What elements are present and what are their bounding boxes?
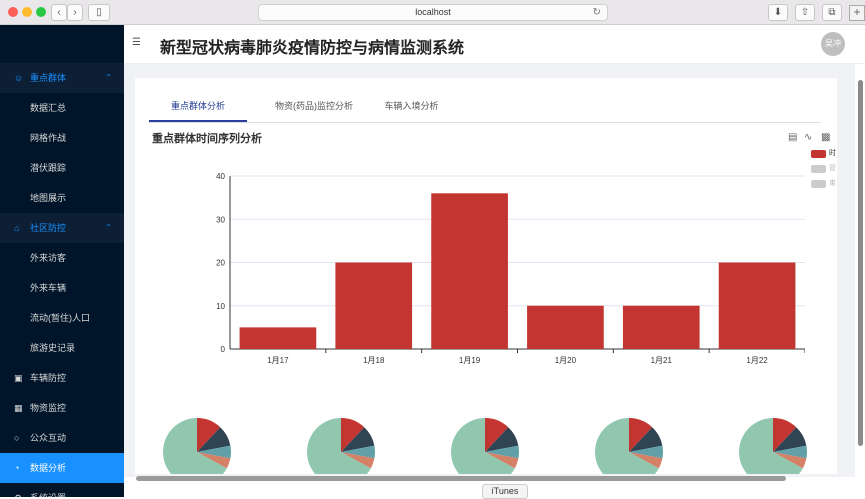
analysis-card: 重点群体分析 物资(药品)监控分析 车辆入境分析 重点群体时间序列分析 ▤ ∿ … bbox=[135, 78, 837, 474]
x-tick-label: 1月19 bbox=[459, 356, 481, 365]
legend-swatch bbox=[811, 150, 826, 158]
data-view-icon[interactable]: ▤ bbox=[788, 132, 797, 143]
line-chart-icon[interactable]: ∿ bbox=[804, 132, 812, 143]
sidebar-item-public-interaction[interactable]: ○ 公众互动 bbox=[0, 423, 124, 453]
page-title: 新型冠状病毒肺炎疫情防控与病情监测系统 bbox=[160, 40, 465, 57]
reload-icon[interactable]: ↻ bbox=[593, 5, 601, 20]
legend-item[interactable]: 时 bbox=[811, 148, 841, 163]
chevron-down-icon: ⌄ bbox=[105, 483, 112, 497]
bar bbox=[718, 262, 796, 349]
menu-fold-icon[interactable]: ☰ bbox=[132, 37, 141, 48]
pie-chart-row bbox=[163, 418, 808, 474]
home-icon: ⌂ bbox=[14, 223, 20, 233]
x-tick-label: 1月17 bbox=[267, 356, 289, 365]
main-content: 重点群体分析 物资(药品)监控分析 车辆入境分析 重点群体时间序列分析 ▤ ∿ … bbox=[124, 64, 855, 477]
share-icon[interactable]: ⇧ bbox=[795, 4, 815, 21]
sidebar-group-label: 重点群体 bbox=[30, 73, 67, 83]
x-tick-label: 1月22 bbox=[746, 356, 768, 365]
chart-title: 重点群体时间序列分析 bbox=[152, 133, 262, 145]
x-tick-label: 1月21 bbox=[651, 356, 673, 365]
sidebar-item-vehicle-control[interactable]: ▣ 车辆防控 bbox=[0, 363, 124, 393]
bar bbox=[335, 262, 413, 349]
sidebar-item-map-display[interactable]: 地图展示 bbox=[0, 183, 124, 213]
tab-vehicle-entry[interactable]: 车辆入境分析 bbox=[374, 92, 449, 120]
bar bbox=[431, 193, 508, 349]
car-icon: ▣ bbox=[14, 373, 23, 383]
minimize-window-button[interactable] bbox=[22, 7, 32, 17]
x-tick-label: 1月20 bbox=[555, 356, 577, 365]
legend-swatch bbox=[811, 180, 826, 188]
bar-chart: 0 10 20 30 40 1月17 1月18 1月19 1月20 1月21 1月22 bbox=[216, 172, 805, 365]
sidebar-group-label: 社区防控 bbox=[30, 223, 67, 233]
y-tick-label: 40 bbox=[216, 172, 225, 181]
sidebar-group-key-groups[interactable]: ☺ 重点群体 ⌃ bbox=[0, 63, 124, 93]
y-tick-label: 0 bbox=[221, 345, 226, 354]
y-tick-label: 20 bbox=[216, 259, 225, 268]
sidebar-item-floating-population[interactable]: 流动(暂住)人口 bbox=[0, 303, 124, 333]
url-text: localhost bbox=[415, 7, 451, 17]
y-tick-label: 30 bbox=[216, 215, 225, 224]
sidebar-group-community[interactable]: ⌂ 社区防控 ⌃ bbox=[0, 213, 124, 243]
tab-supplies[interactable]: 物资(药品)监控分析 bbox=[259, 92, 369, 120]
bar bbox=[239, 327, 317, 349]
sidebar-item-vehicles[interactable]: 外来车辆 bbox=[0, 273, 124, 303]
sidebar-item-travel-history[interactable]: 旅游史记录 bbox=[0, 333, 124, 363]
legend-item[interactable]: 管 bbox=[811, 163, 841, 178]
x-tick-label: 1月18 bbox=[363, 356, 385, 365]
app-header: ☰ 新型冠状病毒肺炎疫情防控与病情监测系统 吴冲 bbox=[124, 25, 865, 64]
sidebar-item-latent-tracking[interactable]: 潜伏跟踪 bbox=[0, 153, 124, 183]
sidebar-item-data-summary[interactable]: 数据汇总 bbox=[0, 93, 124, 123]
legend: 时 管 束 bbox=[811, 148, 841, 193]
y-tick-label: 10 bbox=[216, 302, 225, 311]
sidebar-toggle-icon[interactable]: ▯ bbox=[88, 4, 110, 21]
chevron-up-icon: ⌃ bbox=[105, 223, 112, 232]
new-tab-button[interactable]: + bbox=[849, 5, 865, 21]
legend-swatch bbox=[811, 165, 826, 173]
back-button[interactable]: ‹ bbox=[51, 4, 67, 21]
close-window-button[interactable] bbox=[8, 7, 18, 17]
tab-key-groups[interactable]: 重点群体分析 bbox=[149, 92, 247, 122]
user-icon: ☺ bbox=[14, 73, 24, 83]
sidebar-item-settings[interactable]: ⚙ 系统设置 ⌄ bbox=[0, 483, 124, 497]
chat-icon: ○ bbox=[14, 433, 20, 443]
forward-button[interactable]: › bbox=[67, 4, 83, 21]
avatar[interactable]: 吴冲 bbox=[821, 32, 845, 56]
sidebar-item-data-analysis[interactable]: ◔ 数据分析 bbox=[0, 453, 124, 483]
legend-item[interactable]: 束 bbox=[811, 178, 841, 193]
bar bbox=[622, 305, 700, 349]
horizontal-scrollbar[interactable] bbox=[136, 476, 786, 481]
zoom-window-button[interactable] bbox=[36, 7, 46, 17]
pie-chart-icon: ◔ bbox=[14, 463, 20, 473]
tabs-icon[interactable]: ⧉ bbox=[822, 4, 842, 21]
sidebar-item-visitors[interactable]: 外来访客 bbox=[0, 243, 124, 273]
browser-toolbar: ‹ › ▯ localhost ↻ ⬇ ⇧ ⧉ + bbox=[0, 0, 865, 25]
bar bbox=[527, 305, 604, 349]
vertical-scrollbar[interactable] bbox=[857, 80, 865, 475]
sidebar: ☺ 重点群体 ⌃ 数据汇总 网格作战 潜伏跟踪 地图展示 ⌂ 社区防控 ⌃ 外来… bbox=[0, 25, 124, 497]
address-bar[interactable]: localhost ↻ bbox=[258, 4, 608, 21]
tab-bar: 重点群体分析 物资(药品)监控分析 车辆入境分析 bbox=[149, 92, 821, 123]
chevron-up-icon: ⌃ bbox=[105, 73, 112, 82]
scrollbar-thumb[interactable] bbox=[858, 80, 863, 446]
sidebar-item-grid-ops[interactable]: 网格作战 bbox=[0, 123, 124, 153]
bar-chart-icon[interactable]: ▩ bbox=[821, 132, 830, 143]
download-icon[interactable]: ⬇ bbox=[768, 4, 788, 21]
settings-icon: ⚙ bbox=[14, 483, 22, 497]
gift-icon: ▦ bbox=[14, 403, 23, 413]
sidebar-item-supplies[interactable]: ▦ 物资监控 bbox=[0, 393, 124, 423]
